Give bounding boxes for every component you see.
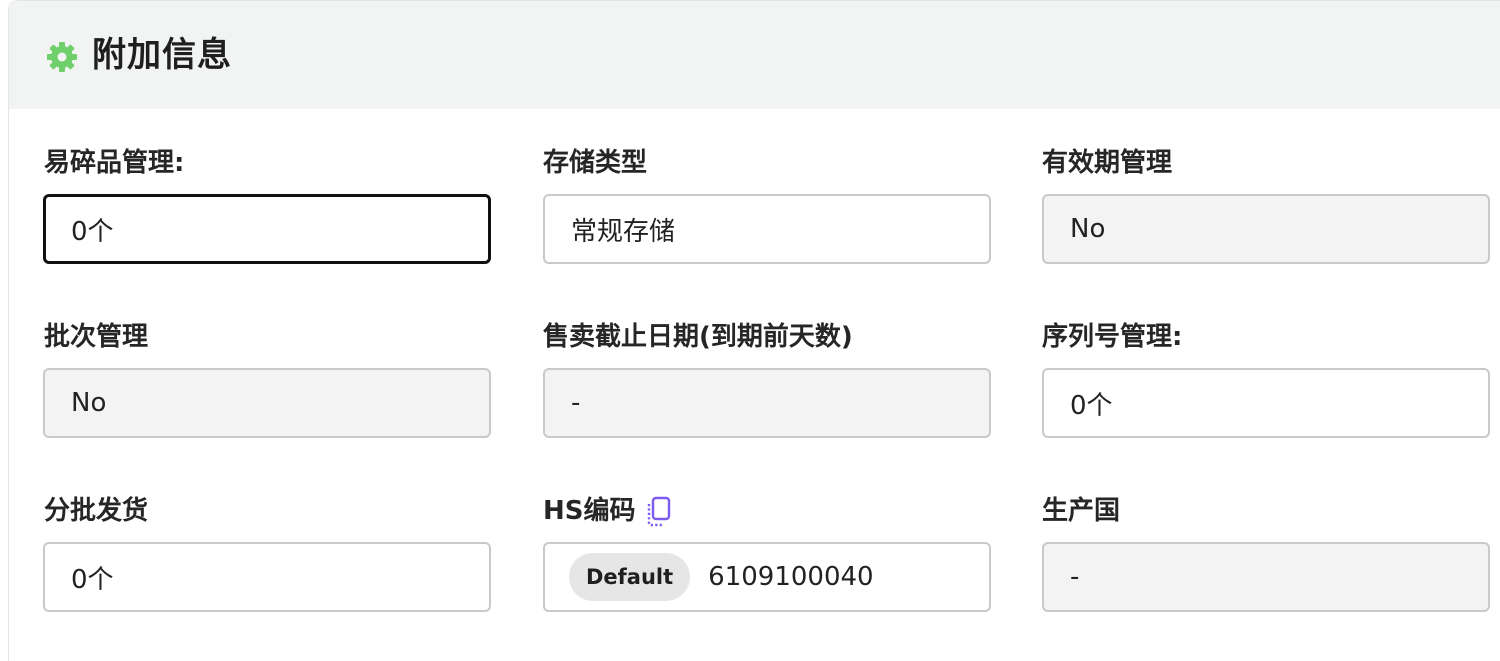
serial-mgmt-value: 0个 xyxy=(1070,390,1113,421)
serial-mgmt-label: 序列号管理: xyxy=(1042,322,1183,352)
split-ship-label: 分批发货 xyxy=(44,496,149,526)
hs-code-label: HS编码 xyxy=(543,496,636,526)
origin-country-value: - xyxy=(1070,562,1080,592)
fragile-label: 易碎品管理: xyxy=(44,148,185,178)
additional-info-card: 附加信息 易碎品管理: 0个 存储类型 常规存储 有效期管理 No 批次管理 N… xyxy=(8,0,1500,661)
hs-code-badge: Default xyxy=(569,553,691,601)
hs-code-field[interactable]: Default 6109100040 xyxy=(543,542,991,612)
split-ship-value: 0个 xyxy=(71,564,114,595)
batch-mgmt-value: No xyxy=(71,388,107,418)
origin-country-label: 生产国 xyxy=(1042,496,1121,526)
gear-icon xyxy=(47,42,77,72)
storage-type-label: 存储类型 xyxy=(543,148,648,178)
copy-icon[interactable] xyxy=(645,496,673,528)
expiry-mgmt-value: No xyxy=(1070,214,1106,244)
storage-type-value: 常规存储 xyxy=(571,216,676,247)
expiry-mgmt-field: No xyxy=(1042,194,1490,264)
batch-mgmt-label: 批次管理 xyxy=(44,322,149,352)
section-title: 附加信息 xyxy=(92,35,232,75)
batch-mgmt-field: No xyxy=(43,368,491,438)
fragile-field[interactable]: 0个 xyxy=(43,194,491,264)
card-header: 附加信息 xyxy=(9,1,1500,109)
split-ship-field[interactable]: 0个 xyxy=(43,542,491,612)
origin-country-field: - xyxy=(1042,542,1490,612)
sell-cutoff-field: - xyxy=(543,368,991,438)
sell-cutoff-value: - xyxy=(571,388,581,418)
serial-mgmt-field[interactable]: 0个 xyxy=(1042,368,1490,438)
storage-type-field[interactable]: 常规存储 xyxy=(543,194,991,264)
sell-cutoff-label: 售卖截止日期(到期前天数) xyxy=(543,322,853,352)
expiry-mgmt-label: 有效期管理 xyxy=(1042,148,1173,178)
hs-code-value: 6109100040 xyxy=(708,562,874,592)
fragile-value: 0个 xyxy=(71,216,114,247)
